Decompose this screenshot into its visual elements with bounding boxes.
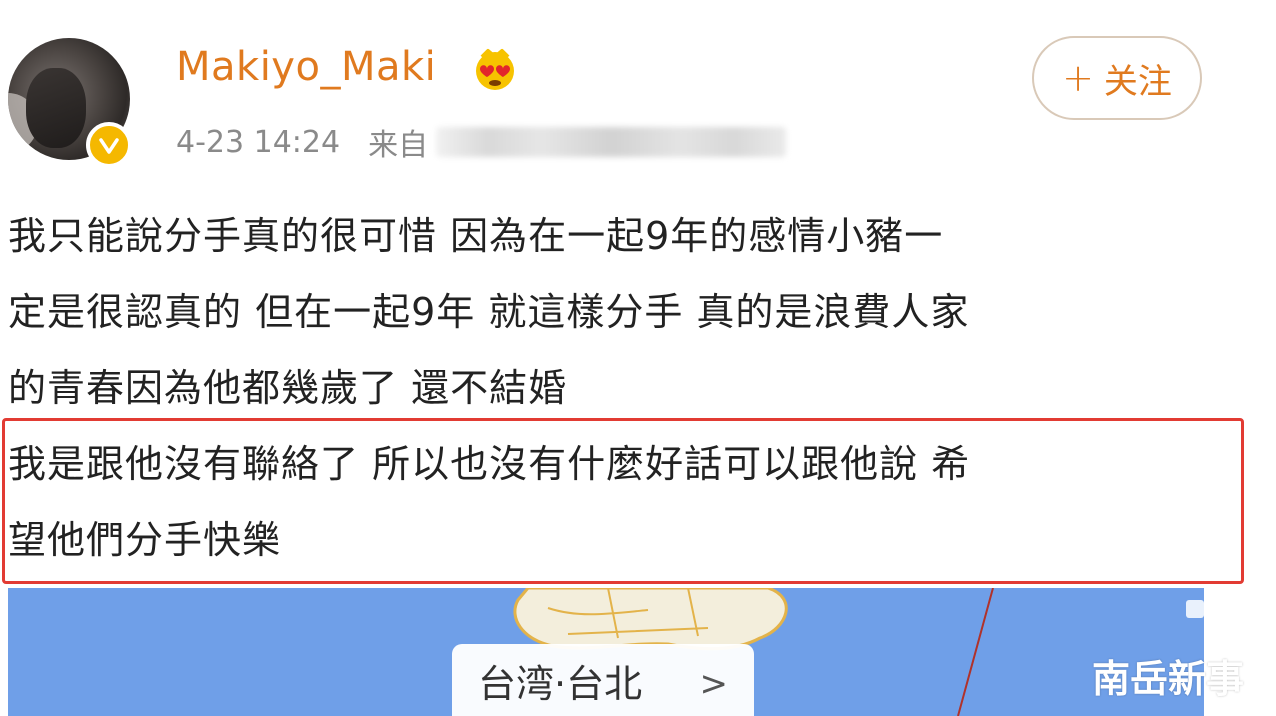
- post-time: 4-23 14:24: [176, 124, 341, 160]
- source-prefix: 来自: [368, 128, 429, 163]
- plus-icon: +: [1062, 56, 1094, 100]
- location-text: 台湾·台北: [478, 661, 643, 706]
- post-line: 我只能說分手真的很可惜 因為在一起9年的感情小豬一: [8, 214, 944, 258]
- follow-label: 关注: [1103, 61, 1172, 102]
- follow-button[interactable]: + 关注: [1032, 36, 1202, 120]
- post-line: 定是很認真的 但在一起9年 就這樣分手 真的是浪費人家: [8, 290, 970, 334]
- post-line: 的青春因為他都幾歲了 還不結婚: [8, 366, 568, 410]
- blurred-source: [436, 127, 787, 157]
- vip-heart-eyes-icon: [476, 49, 514, 90]
- highlight-box: [2, 418, 1244, 584]
- verified-badge-icon: [86, 122, 132, 168]
- map-marker: [1186, 600, 1204, 618]
- location-tag[interactable]: 台湾·台北 >: [452, 644, 754, 716]
- post-meta: 4-23 14:24 来自: [176, 120, 787, 164]
- username[interactable]: Makiyo_Maki: [176, 44, 436, 90]
- avatar-face: [26, 68, 86, 148]
- chevron-right-icon: >: [699, 664, 729, 704]
- watermark: 南岳新事: [1092, 657, 1245, 701]
